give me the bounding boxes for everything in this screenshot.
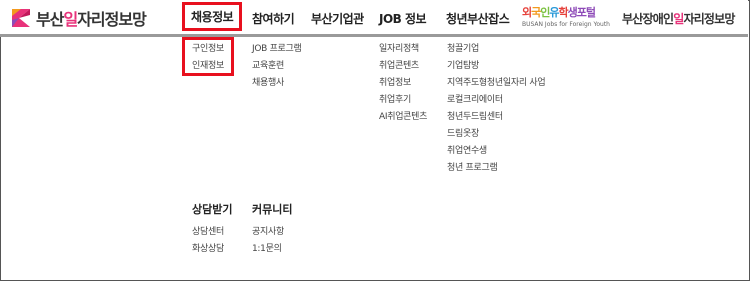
foreign-student-portal-subtitle: BUSAN Jobs for Foreign Youth xyxy=(522,21,610,28)
menu-item-local-creator[interactable]: 로컬크리에이터 xyxy=(447,92,545,109)
menu-item-job-policy[interactable]: 일자리정책 xyxy=(379,41,427,58)
menu-item-one-to-one-inquiry[interactable]: 1:1문의 xyxy=(252,241,284,258)
menu-item-employment-info[interactable]: 취업정보 xyxy=(379,75,427,92)
nav-item-recruitment[interactable]: 채용정보 xyxy=(182,2,243,31)
menu-item-employment-reviews[interactable]: 취업후기 xyxy=(379,92,427,109)
site-logo-text: 부산일자리정보망 xyxy=(36,10,147,29)
menu-item-ai-contents[interactable]: AI취업콘텐츠 xyxy=(379,109,427,126)
disabled-jobs-portal-link[interactable]: 부산장애인일자리정보망 xyxy=(622,10,735,27)
menu-item-trainees[interactable]: 취업연수생 xyxy=(447,143,545,160)
section-title-community: 커뮤니티 xyxy=(252,203,293,216)
section-title-consult: 상담받기 xyxy=(192,203,233,216)
menu-item-job-postings[interactable]: 구인정보 xyxy=(192,41,224,58)
nav-item-participate[interactable]: 참여하기 xyxy=(252,10,295,27)
menu-item-youth-program[interactable]: 청년 프로그램 xyxy=(447,160,545,177)
menu-column-participate: JOB 프로그램 교육훈련 채용행사 xyxy=(252,41,302,92)
nav-item-busan-companies[interactable]: 부산기업관 xyxy=(311,10,364,27)
menu-item-youth-companies[interactable]: 청끌기업 xyxy=(447,41,545,58)
menu-item-training[interactable]: 교육훈련 xyxy=(252,58,302,75)
menu-column-youth-jobs: 청끌기업 기업탐방 지역주도형청년일자리 사업 로컬크리에이터 청년두드림센터 … xyxy=(447,41,546,177)
foreign-student-portal-link[interactable]: 외국인유학생포털 BUSAN Jobs for Foreign Youth xyxy=(522,4,610,28)
nav-item-job-info[interactable]: JOB 정보 xyxy=(379,10,427,27)
menu-item-job-program[interactable]: JOB 프로그램 xyxy=(252,41,302,58)
nav-item-youth-jobs[interactable]: 청년부산잡스 xyxy=(446,10,510,27)
menu-item-consult-center[interactable]: 상담센터 xyxy=(192,224,224,241)
menu-column-consult: 상담센터 화상상담 xyxy=(192,224,224,258)
menu-column-community: 공지사항 1:1문의 xyxy=(252,224,284,258)
menu-item-talent-info[interactable]: 인재정보 xyxy=(192,58,224,75)
menu-column-job-info: 일자리정책 취업콘텐츠 취업정보 취업후기 AI취업콘텐츠 xyxy=(379,41,427,126)
menu-item-video-consult[interactable]: 화상상담 xyxy=(192,241,224,258)
page-frame xyxy=(0,0,750,281)
site-logo[interactable]: 부산일자리정보망 xyxy=(10,6,147,30)
busan-logo-icon xyxy=(10,7,32,29)
menu-item-employment-contents[interactable]: 취업콘텐츠 xyxy=(379,58,427,75)
foreign-student-portal-title: 외국인유학생포털 xyxy=(522,6,596,19)
menu-item-company-visits[interactable]: 기업탐방 xyxy=(447,58,545,75)
menu-item-dream-center[interactable]: 청년두드림센터 xyxy=(447,109,545,126)
top-navigation: 부산일자리정보망 채용정보 참여하기 부산기업관 JOB 정보 청년부산잡스 외… xyxy=(0,0,748,37)
menu-item-dream-closet[interactable]: 드림옷장 xyxy=(447,126,545,143)
menu-item-recruitment-events[interactable]: 채용행사 xyxy=(252,75,302,92)
menu-column-recruitment: 구인정보 인재정보 xyxy=(192,41,224,75)
menu-item-regional-youth-jobs[interactable]: 지역주도형청년일자리 사업 xyxy=(447,75,546,92)
menu-item-notices[interactable]: 공지사항 xyxy=(252,224,284,241)
